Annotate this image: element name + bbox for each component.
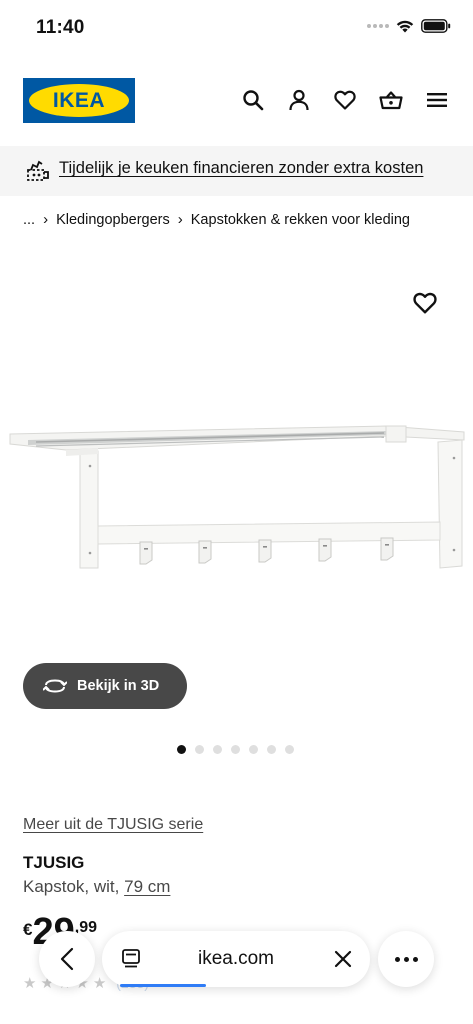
browser-toolbar: ikea.com [0, 928, 473, 998]
basket-icon [379, 91, 403, 110]
menu-button[interactable] [423, 86, 451, 114]
gallery-pagination [177, 745, 294, 754]
more-button[interactable] [378, 931, 434, 987]
gallery-dot[interactable] [249, 745, 258, 754]
product-name: TJUSIG [23, 853, 85, 872]
status-icons [367, 19, 451, 33]
breadcrumb-separator: › [43, 211, 49, 228]
signal-icon [367, 24, 389, 28]
view-3d-label: Bekijk in 3D [77, 678, 160, 694]
status-bar: 11:40 [0, 0, 473, 56]
wifi-icon [396, 20, 414, 33]
breadcrumb: ... › Kledingopbergers › Kapstokken & re… [23, 211, 410, 228]
gallery-dot[interactable] [231, 745, 240, 754]
chevron-left-icon [60, 947, 74, 971]
wishlist-button[interactable] [331, 86, 359, 114]
site-header: IKEA [0, 72, 473, 130]
gallery-dot[interactable] [285, 745, 294, 754]
address-bar[interactable]: ikea.com [102, 931, 370, 987]
logo-text: IKEA [52, 88, 106, 112]
favorite-button[interactable] [413, 292, 441, 320]
search-icon [243, 90, 264, 111]
product-image [9, 425, 465, 569]
logo-oval: IKEA [29, 84, 129, 117]
product-gallery[interactable]: Bekijk in 3D [0, 240, 473, 760]
back-button[interactable] [39, 931, 95, 987]
search-button[interactable] [239, 86, 267, 114]
page-load-progress [120, 984, 206, 987]
breadcrumb-item-kledingopbergers[interactable]: Kledingopbergers [56, 212, 170, 228]
breadcrumb-ellipsis[interactable]: ... [23, 212, 35, 228]
account-button[interactable] [285, 86, 313, 114]
gallery-dot[interactable] [213, 745, 222, 754]
more-dot [403, 956, 409, 962]
rotate-3d-icon [43, 679, 67, 693]
menu-icon [427, 93, 447, 107]
heart-icon [334, 90, 356, 110]
promo-link[interactable]: Tijdelijk je keuken financieren zonder e… [59, 159, 423, 178]
basket-button[interactable] [377, 86, 405, 114]
battery-icon [421, 19, 451, 33]
size-link[interactable]: 79 cm [124, 877, 170, 896]
gallery-dot[interactable] [177, 745, 186, 754]
more-dot [394, 956, 400, 962]
heart-icon [413, 292, 437, 314]
breadcrumb-separator: › [177, 211, 183, 228]
gallery-dot[interactable] [267, 745, 276, 754]
url-text: ikea.com [197, 948, 275, 969]
finance-icon [27, 160, 49, 181]
more-dot [412, 956, 418, 962]
promo-banner[interactable]: Tijdelijk je keuken financieren zonder e… [0, 146, 473, 196]
breadcrumb-item-kapstokken[interactable]: Kapstokken & rekken voor kleding [191, 212, 410, 228]
close-icon[interactable] [334, 950, 352, 968]
view-3d-button[interactable]: Bekijk in 3D [23, 663, 187, 709]
gallery-dot[interactable] [195, 745, 204, 754]
status-time: 11:40 [36, 17, 85, 38]
ikea-logo[interactable]: IKEA [23, 78, 135, 123]
account-icon [289, 89, 309, 111]
series-link[interactable]: Meer uit de TJUSIG serie [23, 816, 203, 834]
product-description: Kapstok, wit, 79 cm [23, 877, 170, 897]
product-desc-text: Kapstok, wit, [23, 877, 125, 896]
header-actions [239, 86, 451, 114]
